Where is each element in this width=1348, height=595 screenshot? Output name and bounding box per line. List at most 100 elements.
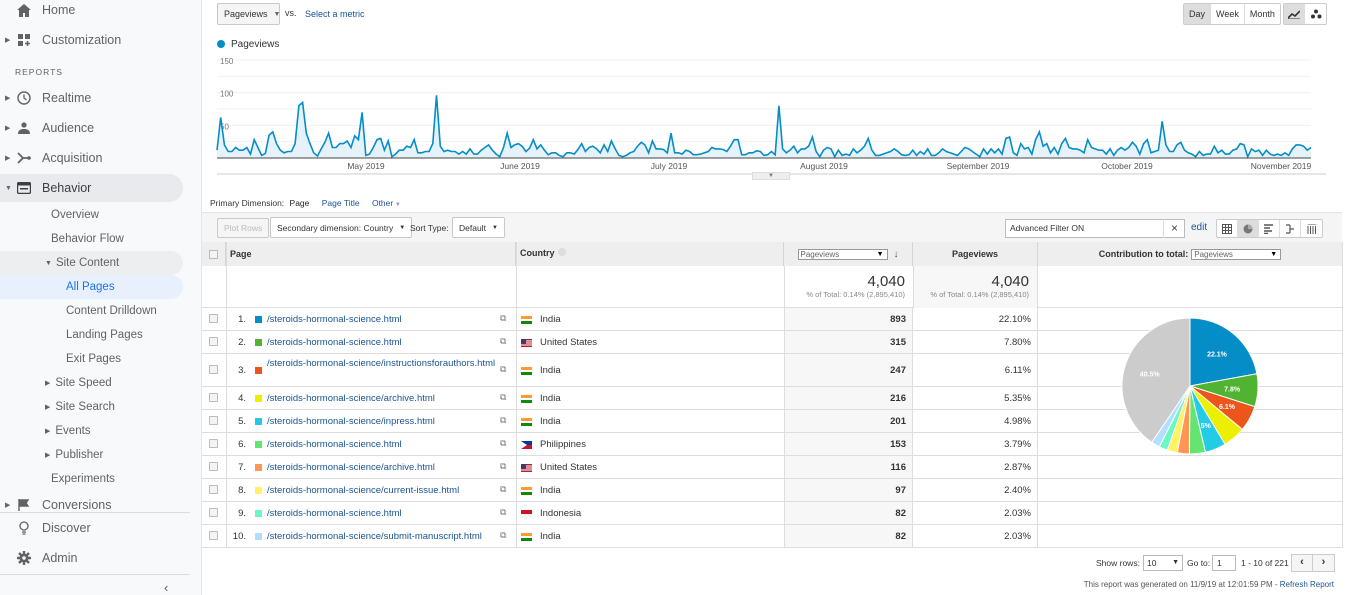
country-cell[interactable]: Philippines	[540, 439, 586, 450]
nav-publisher[interactable]: ▶ Publisher	[0, 443, 183, 467]
page-link[interactable]: /steroids-hormonal-science/submit-manusc…	[267, 531, 502, 542]
motion-chart-icon[interactable]	[1305, 4, 1326, 24]
page-link[interactable]: /steroids-hormonal-science/inpress.html	[267, 416, 502, 427]
edit-filter-link[interactable]: edit	[1191, 222, 1207, 233]
nav-customization[interactable]: ▶ Customization	[0, 26, 183, 54]
page-link[interactable]: /steroids-hormonal-science/instructionsf…	[267, 358, 502, 369]
open-external-icon[interactable]: ⧉	[500, 484, 506, 495]
open-external-icon[interactable]: ⧉	[500, 415, 506, 426]
metric-select[interactable]: Pageviews ▼	[217, 3, 280, 25]
row-checkbox[interactable]	[209, 313, 218, 323]
pageviews-cell: 82	[784, 525, 913, 547]
page-link[interactable]: /steroids-hormonal-science/current-issue…	[267, 485, 502, 496]
nav-events[interactable]: ▶ Events	[0, 419, 183, 443]
dimension-page[interactable]: Page	[290, 198, 310, 208]
dimension-other[interactable]: Other	[372, 198, 393, 208]
divider	[516, 242, 517, 548]
page-link[interactable]: /steroids-hormonal-science.html	[267, 314, 502, 325]
select-metric-link[interactable]: Select a metric	[305, 9, 365, 19]
remove-dimension-icon[interactable]	[557, 248, 566, 256]
nav-discover[interactable]: Discover	[0, 514, 183, 542]
nav-audience[interactable]: ▶ Audience	[0, 114, 183, 142]
metric-column-select[interactable]: Pageviews ▼	[797, 248, 888, 260]
goto-input[interactable]: 1	[1212, 555, 1236, 571]
nav-behavior-flow[interactable]: Behavior Flow	[0, 227, 183, 251]
nav-admin[interactable]: Admin	[0, 544, 183, 572]
header-pageviews[interactable]: Pageviews	[913, 242, 1038, 266]
sort-type-select[interactable]: Default ▼	[452, 217, 505, 238]
nav-content-drilldown[interactable]: Content Drilldown	[0, 299, 183, 323]
pivot-view-icon[interactable]	[1301, 220, 1322, 237]
pie-view-icon[interactable]	[1238, 220, 1259, 237]
nav-site-search[interactable]: ▶ Site Search	[0, 395, 183, 419]
country-cell[interactable]: India	[540, 531, 561, 542]
performance-view-icon[interactable]	[1259, 220, 1280, 237]
nav-landing-pages[interactable]: Landing Pages	[0, 323, 183, 347]
nav-site-content[interactable]: ▼ Site Content	[0, 251, 183, 275]
country-cell[interactable]: India	[540, 485, 561, 496]
clear-filter-button[interactable]: ×	[1163, 219, 1185, 238]
sort-desc-icon[interactable]: ↓	[894, 249, 899, 260]
chart-collapse-handle[interactable]: ▼	[752, 172, 790, 180]
country-cell[interactable]: India	[540, 314, 561, 325]
nav-realtime[interactable]: ▶ Realtime	[0, 84, 183, 112]
page-link[interactable]: /steroids-hormonal-science.html	[267, 508, 502, 519]
contribution-select[interactable]: Pageviews ▼	[1191, 248, 1282, 260]
header-country[interactable]: Country	[516, 242, 784, 266]
pie-slice-label: 6.1%	[1219, 404, 1236, 411]
comparison-view-icon[interactable]	[1280, 220, 1301, 237]
country-cell[interactable]: United States	[540, 462, 597, 473]
page-link[interactable]: /steroids-hormonal-science/archive.html	[267, 462, 502, 473]
header-page[interactable]: Page	[226, 242, 516, 266]
country-cell[interactable]: India	[540, 416, 561, 427]
plot-rows-button[interactable]: Plot Rows	[217, 218, 270, 238]
nav-behavior[interactable]: ▼ Behavior	[0, 174, 183, 202]
page-link[interactable]: /steroids-hormonal-science.html	[267, 337, 502, 348]
country-cell[interactable]: India	[540, 393, 561, 404]
dimension-page-title[interactable]: Page Title	[322, 198, 360, 208]
nav-site-speed[interactable]: ▶ Site Speed	[0, 371, 183, 395]
nav-experiments[interactable]: Experiments	[0, 467, 183, 491]
open-external-icon[interactable]: ⧉	[500, 438, 506, 449]
nav-all-pages[interactable]: All Pages	[0, 275, 183, 299]
day-button[interactable]: Day	[1184, 4, 1212, 24]
table-view-icon[interactable]	[1217, 220, 1238, 237]
row-checkbox[interactable]	[209, 461, 218, 471]
country-cell[interactable]: India	[540, 365, 561, 376]
month-button[interactable]: Month	[1245, 4, 1280, 24]
row-checkbox[interactable]	[209, 530, 218, 540]
collapse-sidebar-button[interactable]: ‹	[164, 580, 168, 595]
filter-input[interactable]: Advanced Filter ON	[1005, 219, 1185, 238]
open-external-icon[interactable]: ⧉	[500, 530, 506, 541]
next-page-button[interactable]: ›	[1313, 555, 1334, 571]
week-button[interactable]: Week	[1211, 4, 1245, 24]
show-rows-select[interactable]: 10 ▼	[1143, 555, 1183, 571]
row-checkbox[interactable]	[209, 364, 218, 374]
page-link[interactable]: /steroids-hormonal-science.html	[267, 439, 502, 450]
open-external-icon[interactable]: ⧉	[500, 392, 506, 403]
nav-home[interactable]: Home	[0, 0, 183, 24]
open-external-icon[interactable]: ⧉	[500, 336, 506, 347]
page-link[interactable]: /steroids-hormonal-science/archive.html	[267, 393, 502, 404]
refresh-report-link[interactable]: Refresh Report	[1280, 580, 1334, 589]
select-all-checkbox[interactable]	[209, 249, 218, 259]
nav-exit-pages[interactable]: Exit Pages	[0, 347, 183, 371]
row-checkbox[interactable]	[209, 507, 218, 517]
row-checkbox[interactable]	[209, 484, 218, 494]
row-checkbox[interactable]	[209, 392, 218, 402]
nav-acquisition[interactable]: ▶ Acquisition	[0, 144, 183, 172]
row-checkbox[interactable]	[209, 415, 218, 425]
nav-overview[interactable]: Overview	[0, 203, 183, 227]
line-chart-icon[interactable]	[1284, 4, 1305, 24]
pie-slice-label: 22.1%	[1207, 352, 1228, 359]
country-cell[interactable]: United States	[540, 337, 597, 348]
secondary-dimension-select[interactable]: Secondary dimension: Country ▼	[270, 217, 413, 238]
row-checkbox[interactable]	[209, 336, 218, 346]
prev-page-button[interactable]: ‹	[1292, 555, 1313, 571]
country-cell[interactable]: Indonesia	[540, 508, 581, 519]
open-external-icon[interactable]: ⧉	[500, 364, 506, 375]
row-checkbox[interactable]	[209, 438, 218, 448]
open-external-icon[interactable]: ⧉	[500, 507, 506, 518]
open-external-icon[interactable]: ⧉	[500, 313, 506, 324]
open-external-icon[interactable]: ⧉	[500, 461, 506, 472]
